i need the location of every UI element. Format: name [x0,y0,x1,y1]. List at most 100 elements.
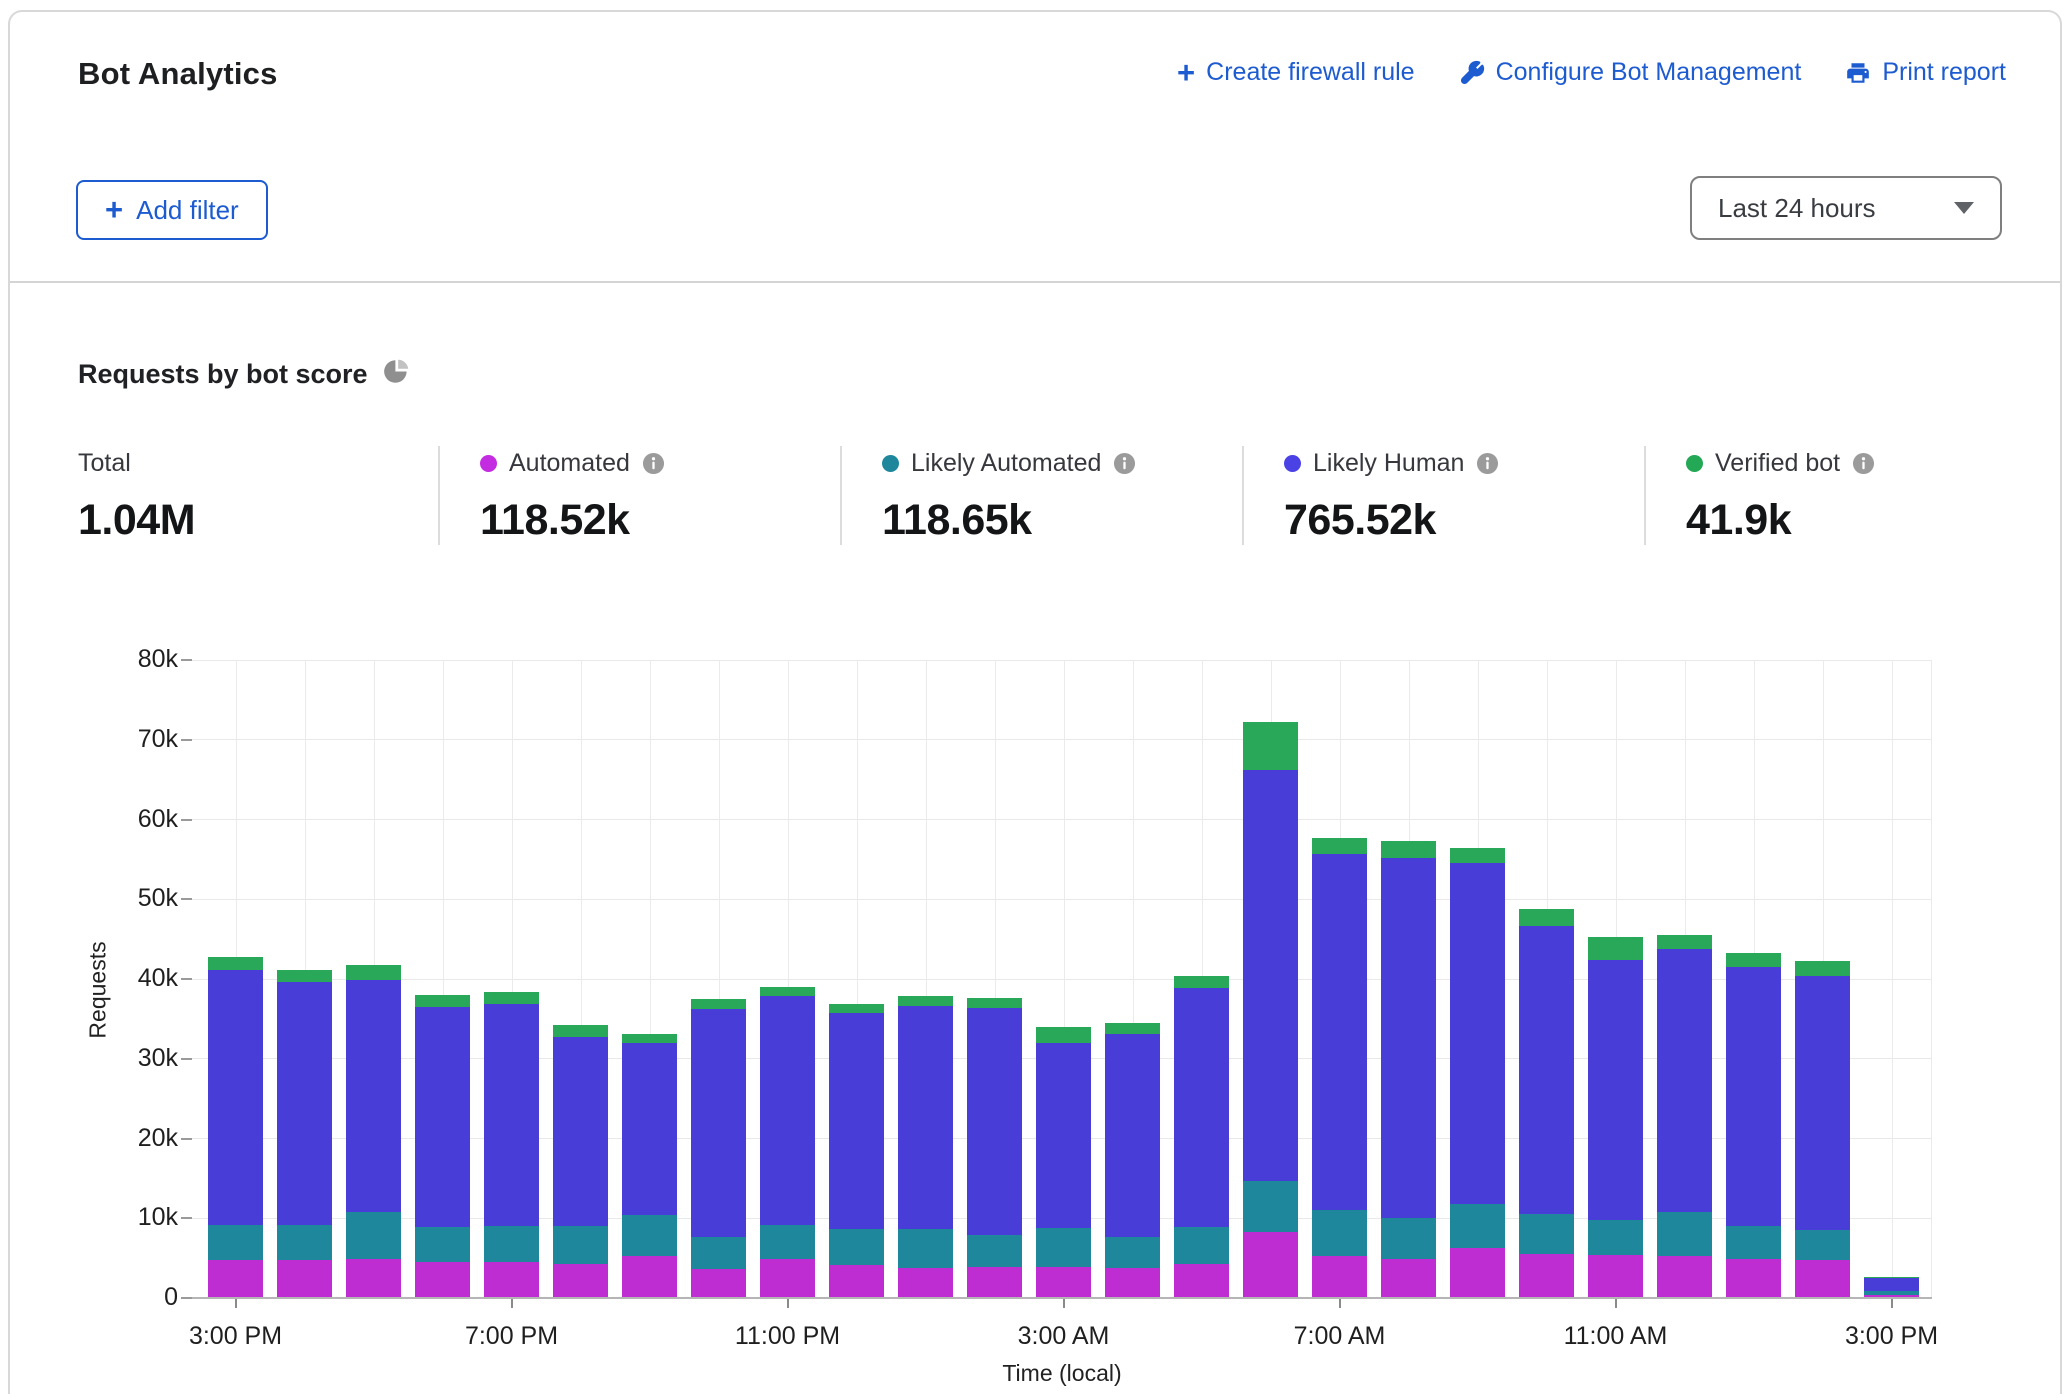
info-icon[interactable] [1113,452,1136,475]
bar-segment-likely-automated[interactable] [1105,1237,1160,1267]
bar-segment-likely-human[interactable] [1588,960,1643,1221]
bar-segment-automated[interactable] [967,1267,1022,1297]
bar-segment-likely-automated[interactable] [760,1225,815,1258]
bar-segment-automated[interactable] [346,1259,401,1297]
bar-segment-likely-human[interactable] [829,1013,884,1229]
bar-segment-automated[interactable] [1657,1256,1712,1297]
bar-segment-likely-automated[interactable] [1588,1220,1643,1254]
bar-segment-likely-human[interactable] [1450,863,1505,1204]
bar-segment-likely-automated[interactable] [1450,1204,1505,1249]
bar-segment-likely-human[interactable] [208,970,263,1225]
bar-segment-automated[interactable] [1519,1254,1574,1297]
bar-segment-automated[interactable] [691,1269,746,1297]
bar-segment-automated[interactable] [1105,1268,1160,1298]
bar-segment-likely-automated[interactable] [829,1229,884,1265]
bar-segment-likely-human[interactable] [277,982,332,1225]
bar-segment-likely-human[interactable] [1381,858,1436,1218]
bar-segment-likely-automated[interactable] [553,1226,608,1263]
bar-segment-automated[interactable] [1450,1248,1505,1297]
bar-segment-likely-human[interactable] [1864,1278,1919,1292]
print-report-link[interactable]: Print report [1845,58,2006,87]
bar-segment-automated[interactable] [1588,1255,1643,1297]
bar-segment-verified-bot[interactable] [484,992,539,1004]
bar-segment-verified-bot[interactable] [346,965,401,979]
bar-segment-verified-bot[interactable] [1657,935,1712,949]
bar-segment-likely-automated[interactable] [208,1225,263,1260]
bar-segment-likely-human[interactable] [1795,976,1850,1230]
bar-segment-verified-bot[interactable] [1519,909,1574,926]
bar-segment-automated[interactable] [1795,1260,1850,1297]
bar-segment-automated[interactable] [1726,1259,1781,1297]
bar-segment-likely-automated[interactable] [1174,1227,1229,1264]
bar-segment-likely-human[interactable] [415,1007,470,1227]
bar-segment-verified-bot[interactable] [1450,848,1505,863]
bar-segment-likely-human[interactable] [760,996,815,1225]
create-firewall-rule-link[interactable]: + Create firewall rule [1177,58,1415,87]
bar-segment-automated[interactable] [829,1265,884,1297]
bar-segment-likely-automated[interactable] [415,1227,470,1262]
bar-segment-likely-human[interactable] [1036,1043,1091,1228]
bar-segment-likely-automated[interactable] [1657,1212,1712,1256]
bar-segment-likely-automated[interactable] [277,1225,332,1260]
bar-segment-likely-human[interactable] [1312,854,1367,1210]
bar-segment-verified-bot[interactable] [1864,1277,1919,1278]
bar-segment-verified-bot[interactable] [1588,937,1643,960]
bar-segment-likely-human[interactable] [691,1009,746,1237]
bar-segment-likely-human[interactable] [1657,949,1712,1213]
bar-segment-likely-automated[interactable] [967,1235,1022,1267]
bar-segment-likely-automated[interactable] [691,1237,746,1269]
bar-segment-verified-bot[interactable] [691,999,746,1009]
bar-segment-likely-human[interactable] [346,980,401,1213]
bar-segment-automated[interactable] [415,1262,470,1297]
bar-segment-verified-bot[interactable] [829,1004,884,1014]
bar-segment-likely-human[interactable] [1519,926,1574,1214]
bar-segment-verified-bot[interactable] [622,1034,677,1043]
bar-segment-likely-automated[interactable] [1795,1230,1850,1260]
bar-segment-likely-automated[interactable] [1864,1291,1919,1294]
bar-segment-automated[interactable] [760,1259,815,1297]
bar-segment-verified-bot[interactable] [898,996,953,1006]
bar-segment-automated[interactable] [277,1260,332,1297]
bar-segment-verified-bot[interactable] [1381,841,1436,858]
bar-segment-verified-bot[interactable] [1174,976,1229,988]
bar-segment-automated[interactable] [1174,1264,1229,1297]
bar-segment-verified-bot[interactable] [760,987,815,997]
bar-segment-likely-human[interactable] [622,1043,677,1215]
info-icon[interactable] [1852,452,1875,475]
bar-segment-likely-automated[interactable] [484,1226,539,1262]
bar-segment-likely-automated[interactable] [898,1229,953,1267]
bar-segment-likely-human[interactable] [1174,988,1229,1226]
bar-segment-automated[interactable] [484,1262,539,1297]
bar-segment-likely-automated[interactable] [1243,1181,1298,1233]
bar-segment-automated[interactable] [622,1256,677,1297]
bar-segment-automated[interactable] [1036,1267,1091,1297]
bar-segment-likely-human[interactable] [1726,967,1781,1226]
bar-segment-automated[interactable] [1381,1259,1436,1297]
bar-segment-verified-bot[interactable] [1795,961,1850,976]
bar-segment-likely-human[interactable] [967,1008,1022,1234]
bar-segment-likely-automated[interactable] [1726,1226,1781,1259]
bar-segment-likely-human[interactable] [1243,770,1298,1181]
bar-segment-likely-human[interactable] [1105,1034,1160,1237]
bar-segment-verified-bot[interactable] [1726,953,1781,967]
bar-segment-likely-human[interactable] [898,1006,953,1229]
bar-segment-automated[interactable] [1312,1256,1367,1297]
bar-segment-likely-automated[interactable] [346,1212,401,1258]
bar-segment-verified-bot[interactable] [415,995,470,1007]
bar-segment-likely-automated[interactable] [1381,1218,1436,1259]
bar-segment-likely-automated[interactable] [622,1215,677,1256]
bar-segment-verified-bot[interactable] [967,998,1022,1008]
bar-segment-verified-bot[interactable] [1105,1023,1160,1034]
bar-segment-verified-bot[interactable] [208,957,263,970]
time-range-dropdown[interactable]: Last 24 hours [1690,176,2002,240]
bar-segment-automated[interactable] [553,1264,608,1297]
bar-segment-verified-bot[interactable] [553,1025,608,1037]
bar-segment-likely-human[interactable] [484,1004,539,1226]
bar-segment-verified-bot[interactable] [1243,722,1298,770]
bar-segment-automated[interactable] [208,1260,263,1297]
bar-segment-likely-automated[interactable] [1519,1214,1574,1254]
bar-segment-likely-human[interactable] [553,1037,608,1226]
bar-segment-verified-bot[interactable] [1312,838,1367,854]
bar-segment-likely-automated[interactable] [1312,1210,1367,1256]
configure-bot-management-link[interactable]: Configure Bot Management [1459,58,1802,87]
